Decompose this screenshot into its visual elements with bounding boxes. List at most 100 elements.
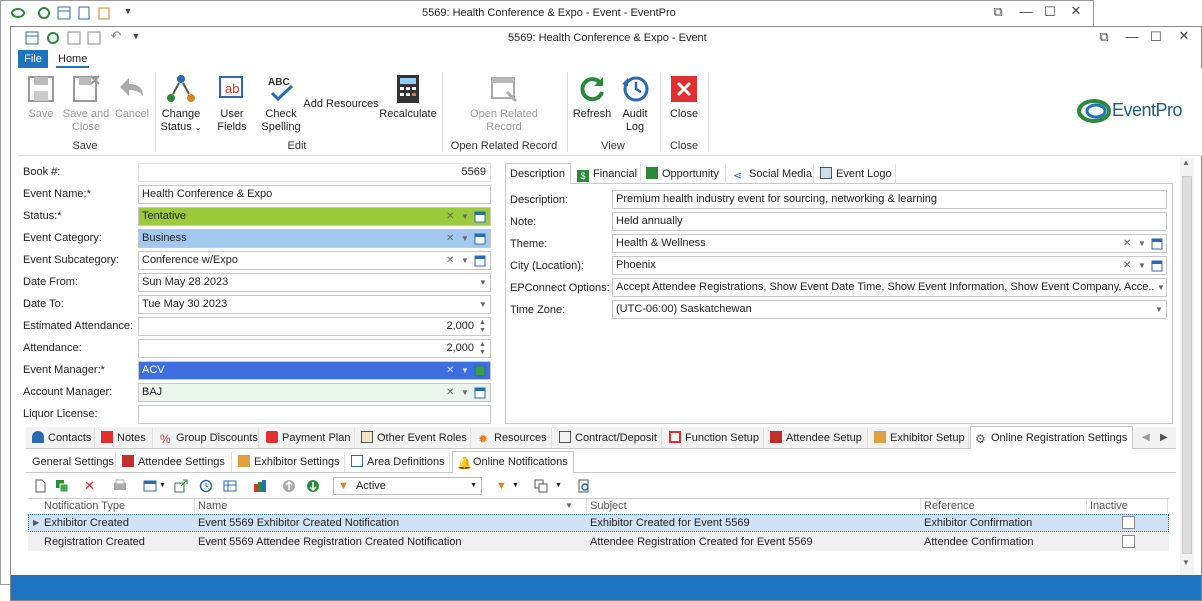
- file-tab[interactable]: File: [18, 50, 48, 68]
- cancel-button[interactable]: Cancel: [114, 74, 150, 121]
- save-icon[interactable]: [67, 31, 81, 45]
- description-field[interactable]: Premium health industry event for sourci…: [612, 190, 1167, 209]
- add-resources-button[interactable]: Add Resources: [303, 98, 379, 111]
- tab-description[interactable]: Description: [505, 163, 571, 184]
- clear-icon[interactable]: ✕: [446, 252, 454, 269]
- lookup-icon[interactable]: [1151, 260, 1163, 272]
- move-down-icon[interactable]: [306, 479, 320, 493]
- attendance-field[interactable]: 2,000 ▲ ▼: [138, 339, 491, 358]
- inactive-checkbox[interactable]: [1122, 516, 1135, 529]
- chevron-down-icon[interactable]: ▼: [1138, 257, 1146, 274]
- lookup-icon[interactable]: [474, 365, 486, 377]
- grid-icon[interactable]: [57, 6, 71, 20]
- move-up-icon[interactable]: [282, 479, 296, 493]
- lookup-icon[interactable]: [1151, 238, 1163, 250]
- open-related-record-button[interactable]: Open Related Record: [468, 74, 540, 134]
- tab-group-discounts[interactable]: % Group Discounts: [156, 428, 259, 448]
- copy-icon[interactable]: [55, 479, 69, 493]
- history-icon[interactable]: [199, 479, 213, 493]
- event-category-field[interactable]: Business ✕ ▼: [138, 229, 491, 248]
- event-subcategory-field[interactable]: Conference w/Expo ✕ ▼: [138, 251, 491, 270]
- recalculate-button[interactable]: Recalculate: [378, 74, 438, 121]
- close-icon[interactable]: ✕: [1173, 28, 1195, 44]
- color-icon[interactable]: [253, 479, 267, 493]
- account-manager-field[interactable]: BAJ ✕ ▼: [138, 383, 491, 402]
- delete-icon[interactable]: ✕: [84, 479, 98, 493]
- tab-notes[interactable]: Notes: [97, 428, 153, 448]
- lookup-icon[interactable]: [474, 233, 486, 245]
- restore-icon[interactable]: ⧉: [987, 4, 1009, 20]
- quick-access-dropdown-icon[interactable]: ▼: [125, 31, 147, 41]
- chevron-down-icon[interactable]: ▼: [512, 482, 519, 489]
- clear-icon[interactable]: ✕: [1123, 235, 1131, 252]
- check-spelling-button[interactable]: ABC Check Spelling: [260, 74, 302, 134]
- tab-exhibitor-settings[interactable]: Exhibitor Settings: [234, 452, 345, 472]
- chevron-down-icon[interactable]: ▼: [461, 362, 469, 379]
- tab-contacts[interactable]: Contacts: [28, 428, 95, 448]
- city-field[interactable]: Phoenix ✕ ▼: [612, 256, 1167, 275]
- chevron-down-icon[interactable]: ▼: [1138, 235, 1146, 252]
- chevron-down-icon[interactable]: ▼: [555, 482, 562, 489]
- inactive-checkbox[interactable]: [1122, 535, 1135, 548]
- tab-resources[interactable]: ✹ Resources: [474, 428, 552, 448]
- tab-scroll-left-icon[interactable]: ◀: [1142, 432, 1150, 443]
- chevron-down-icon[interactable]: ▼: [479, 296, 487, 313]
- scroll-down-icon[interactable]: ▼: [1182, 558, 1190, 567]
- layout-icon[interactable]: [534, 479, 548, 493]
- restore-icon[interactable]: ⧉: [1093, 29, 1115, 45]
- spinner-icon[interactable]: ▲ ▼: [479, 319, 486, 335]
- event-name-field[interactable]: Health Conference & Expo: [138, 185, 491, 204]
- refresh-button[interactable]: Refresh: [571, 74, 613, 121]
- chevron-down-icon[interactable]: ▼: [159, 482, 166, 489]
- export-icon[interactable]: [174, 479, 188, 493]
- liquor-license-field[interactable]: [138, 405, 491, 424]
- new-icon[interactable]: [33, 479, 47, 493]
- clear-icon[interactable]: ✕: [446, 230, 454, 247]
- save-and-close-button[interactable]: Save and Close: [61, 74, 111, 134]
- chevron-down-icon[interactable]: ▼: [461, 208, 469, 225]
- status-filter-select[interactable]: ▼ Active ▼: [333, 477, 482, 495]
- tab-online-registration-settings[interactable]: ⚙ Online Registration Settings: [970, 426, 1133, 449]
- chevron-down-icon[interactable]: ▼: [461, 252, 469, 269]
- chevron-down-icon[interactable]: ▼: [461, 230, 469, 247]
- tab-scroll-right-icon[interactable]: ▶: [1160, 432, 1168, 443]
- status-field[interactable]: Tentative ✕ ▼: [138, 207, 491, 226]
- tab-contract-deposit[interactable]: Contract/Deposit: [555, 428, 662, 448]
- tab-attendee-setup[interactable]: Attendee Setup: [766, 428, 868, 448]
- column-inactive[interactable]: Inactive: [1087, 499, 1168, 513]
- maximize-icon[interactable]: ☐: [1145, 29, 1167, 45]
- lookup-icon[interactable]: [474, 387, 486, 399]
- table-icon[interactable]: [223, 479, 237, 493]
- tab-event-logo[interactable]: Event Logo: [816, 164, 896, 184]
- tab-online-notifications[interactable]: 🔔Online Notifications: [452, 451, 574, 473]
- date-from-field[interactable]: Sun May 28 2023 ▼: [138, 273, 491, 292]
- minimize-icon[interactable]: —: [1121, 29, 1143, 44]
- scroll-up-icon[interactable]: ▲: [1182, 158, 1190, 167]
- grid-icon[interactable]: [25, 31, 39, 45]
- view-icon[interactable]: [143, 479, 157, 493]
- clear-icon[interactable]: ✕: [446, 362, 454, 379]
- chevron-down-icon[interactable]: ▼: [479, 274, 487, 291]
- chevron-down-icon[interactable]: ▼: [1155, 279, 1165, 296]
- tab-social-media[interactable]: ⋖ Social Media: [729, 164, 814, 184]
- tab-general-settings[interactable]: General Settings: [28, 452, 116, 472]
- tab-function-setup[interactable]: Function Setup: [665, 428, 764, 448]
- column-notification-type[interactable]: Notification Type: [41, 499, 195, 513]
- maximize-icon[interactable]: ☐: [1039, 4, 1061, 20]
- close-icon[interactable]: ✕: [1065, 3, 1087, 19]
- change-status-button[interactable]: Change Status ⌄: [158, 74, 204, 134]
- epconnect-options-field[interactable]: Accept Attendee Registrations, Show Even…: [612, 278, 1167, 297]
- minimize-icon[interactable]: —: [1015, 4, 1037, 19]
- lookup-icon[interactable]: [474, 211, 486, 223]
- clear-icon[interactable]: ✕: [446, 384, 454, 401]
- time-zone-field[interactable]: (UTC-06:00) Saskatchewan ▼: [612, 300, 1167, 319]
- theme-field[interactable]: Health & Wellness ✕ ▼: [612, 234, 1167, 253]
- lookup-icon[interactable]: [474, 255, 486, 267]
- close-button[interactable]: Close: [666, 74, 702, 121]
- filter-icon[interactable]: ▼: [496, 479, 510, 493]
- clear-icon[interactable]: ✕: [446, 208, 454, 225]
- spinner-icon[interactable]: ▲ ▼: [479, 341, 486, 357]
- undo-icon[interactable]: ↶: [105, 28, 127, 44]
- column-name[interactable]: Name: [195, 499, 587, 513]
- quick-access-dropdown-icon[interactable]: ▼: [117, 6, 139, 16]
